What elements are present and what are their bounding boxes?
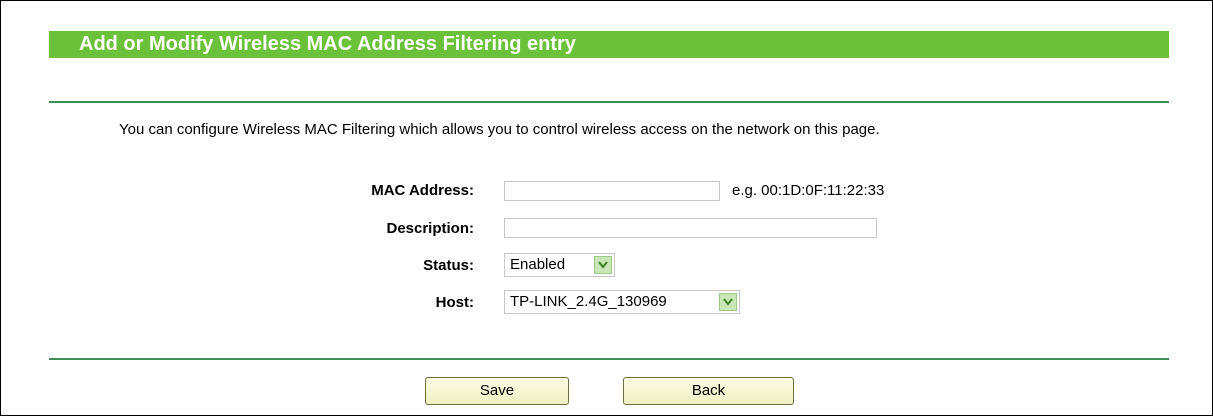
host-label: Host: <box>435 294 474 311</box>
page-title: Add or Modify Wireless MAC Address Filte… <box>79 33 576 55</box>
title-bar: Add or Modify Wireless MAC Address Filte… <box>49 31 1169 58</box>
status-selected-value: Enabled <box>510 256 566 273</box>
description-input[interactable] <box>504 218 877 238</box>
status-select[interactable]: Enabled <box>504 253 615 277</box>
page-description: You can configure Wireless MAC Filtering… <box>119 121 880 138</box>
divider-bottom <box>49 358 1169 360</box>
status-label: Status: <box>423 257 474 274</box>
mac-address-label: MAC Address: <box>371 182 474 199</box>
divider-top <box>49 101 1169 103</box>
chevron-down-icon[interactable] <box>594 256 612 274</box>
mac-address-hint: e.g. 00:1D:0F:11:22:33 <box>732 182 885 199</box>
mac-address-input[interactable] <box>504 181 720 201</box>
chevron-down-icon[interactable] <box>719 293 737 311</box>
save-button[interactable]: Save <box>425 377 569 405</box>
page-frame: Add or Modify Wireless MAC Address Filte… <box>0 0 1213 416</box>
description-label: Description: <box>386 220 474 237</box>
host-selected-value: TP-LINK_2.4G_130969 <box>510 293 667 310</box>
back-button[interactable]: Back <box>623 377 794 405</box>
host-select[interactable]: TP-LINK_2.4G_130969 <box>504 290 740 314</box>
